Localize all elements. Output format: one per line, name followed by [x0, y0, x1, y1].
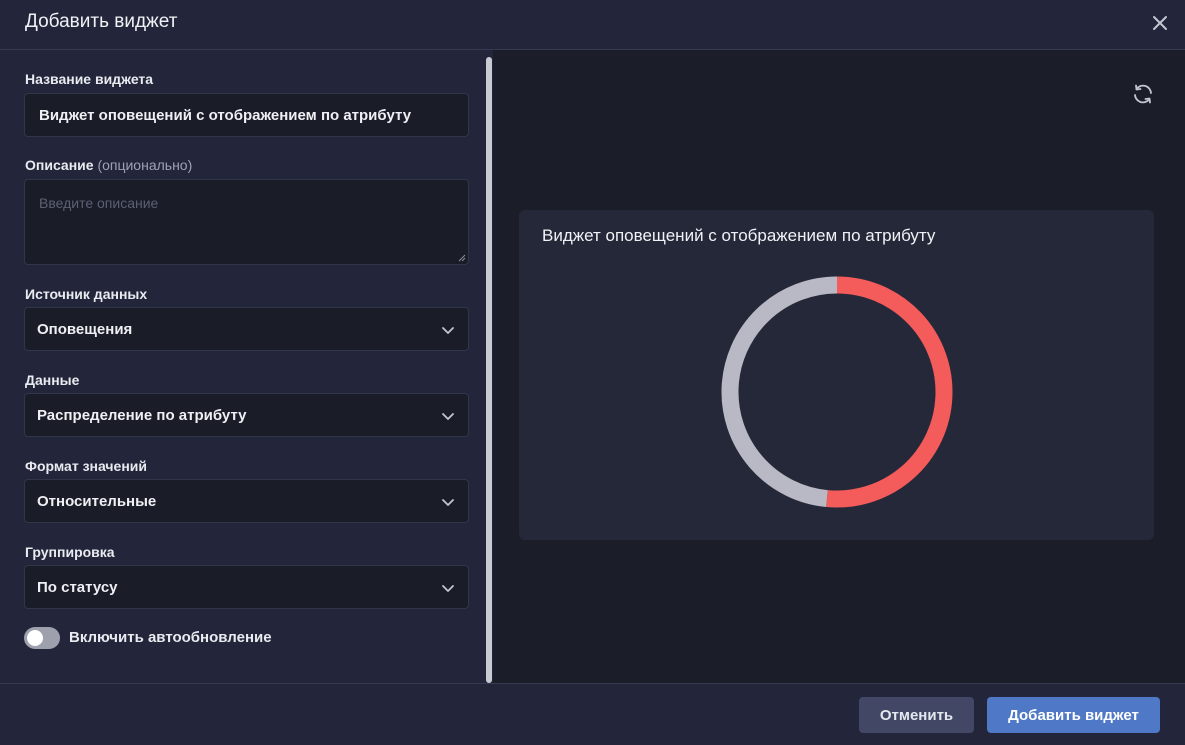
widget-name-label: Название виджета: [25, 71, 154, 87]
data-source-value: Оповещения: [37, 321, 133, 338]
description-textarea[interactable]: Введите описание: [24, 179, 469, 265]
grouping-select[interactable]: По статусу: [24, 565, 469, 609]
description-optional-note: (опционально): [97, 157, 193, 173]
value-format-select[interactable]: Относительные: [24, 479, 469, 523]
data-label: Данные: [25, 372, 80, 388]
cancel-button[interactable]: Отменить: [859, 697, 974, 733]
form-scrollbar[interactable]: [486, 57, 492, 683]
description-label: Описание (опционально): [25, 157, 192, 173]
toggle-knob: [27, 630, 43, 646]
widget-name-input[interactable]: Виджет оповещений с отображением по атри…: [24, 93, 469, 137]
data-source-label: Источник данных: [25, 286, 148, 302]
value-format-label: Формат значений: [25, 458, 148, 474]
data-source-select[interactable]: Оповещения: [24, 307, 469, 351]
data-value: Распределение по атрибуту: [37, 407, 247, 424]
close-icon[interactable]: [1148, 11, 1172, 35]
widget-preview-title: Виджет оповещений с отображением по атри…: [542, 226, 936, 245]
dialog-header: Добавить виджет: [0, 0, 1185, 50]
donut-segment-2: [721, 276, 838, 507]
chevron-down-icon: [442, 585, 454, 592]
autorefresh-label: Включить автообновление: [69, 629, 272, 646]
refresh-icon[interactable]: [1131, 82, 1155, 106]
donut-segment-1: [826, 276, 953, 508]
description-label-text: Описание: [25, 157, 94, 173]
resize-grip-icon[interactable]: [458, 254, 466, 262]
widget-name-value: Виджет оповещений с отображением по атри…: [39, 107, 412, 124]
donut-chart: [721, 276, 953, 508]
description-placeholder: Введите описание: [39, 195, 159, 211]
chevron-down-icon: [442, 413, 454, 420]
dialog-title: Добавить виджет: [25, 11, 178, 32]
add-widget-button[interactable]: Добавить виджет: [987, 697, 1160, 733]
chevron-down-icon: [442, 327, 454, 334]
grouping-value: По статусу: [37, 579, 118, 596]
value-format-value: Относительные: [37, 493, 157, 510]
chevron-down-icon: [442, 499, 454, 506]
autorefresh-toggle[interactable]: [24, 627, 60, 649]
grouping-label: Группировка: [25, 544, 115, 560]
data-select[interactable]: Распределение по атрибуту: [24, 393, 469, 437]
add-widget-dialog: Добавить виджет Название виджета Виджет …: [0, 0, 1185, 745]
